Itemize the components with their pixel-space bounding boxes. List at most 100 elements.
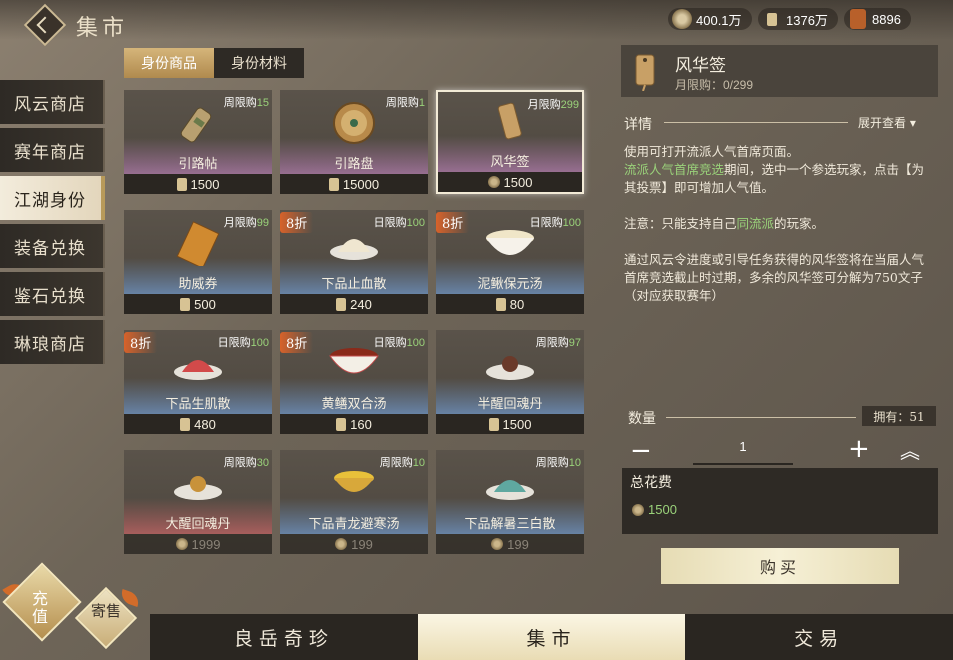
item-price: 1500 [438,172,582,192]
item-card[interactable]: 8折 日限购100 下品止血散 240 [280,210,428,314]
limit-count: 100 [250,337,269,349]
limit-count: 10 [412,457,425,469]
limit-count: 100 [406,217,425,229]
currency-scroll: 8896 [844,8,911,30]
currency-ticket-value: 1376万 [786,12,828,28]
coin-icon [632,503,644,516]
item-card[interactable]: 月限购99 助威券 500 [124,210,272,314]
limit-count: 10 [568,457,581,469]
charge-label: 充值 [31,589,48,626]
coin-icon [487,176,500,188]
item-name: 风华签 [490,155,530,170]
discount-badge: 8折 [280,332,314,353]
page-title: 集市 [76,16,129,41]
tab-liangyue-treasures[interactable]: 良岳奇珍 [150,614,418,660]
item-name: 引路盘 [334,157,374,172]
item-name: 大醒回魂丹 [165,517,231,532]
minus-button[interactable]: − [630,438,652,464]
item-card[interactable]: 周限购30 大醒回魂丹 1999 [124,450,272,554]
item-card[interactable]: 周限购1 引路盘 15000 [280,90,428,194]
tag-icon [635,54,655,91]
item-name: 黄鳝双合汤 [321,397,387,412]
nav-equipment-exchange[interactable]: 装备兑换 [0,224,105,268]
note-text: 的玩家。 [774,216,825,231]
item-description: 使用可打开流派人气首席页面。 流派人气首席竞选期间，选中一个参选玩家，点击【为其投… [624,143,934,323]
nav-label: 装备兑换 [14,238,86,259]
shop-nav: 风云商店 赛年商店 江湖身份 装备兑换 鉴石兑换 琳琅商店 [0,80,105,368]
tab-identity-materials[interactable]: 身份材料 [214,48,304,78]
tab-trade[interactable]: 交易 [685,614,953,660]
quantity-input[interactable]: 1 [693,437,793,465]
item-card[interactable]: 8折 日限购100 泥鳅保元汤 80 [436,210,584,314]
item-card[interactable]: 周限购97 半醒回魂丹 1500 [436,330,584,434]
nav-gem-exchange[interactable]: 鉴石兑换 [0,272,105,316]
limit-prefix: 周限购 [379,457,413,469]
consign-label: 寄售 [90,602,121,620]
expand-button[interactable]: 展开查看 ▾ [858,114,916,131]
desc-text: 使用可打开流派人气首席页面。 [624,144,800,159]
ticket-icon [328,177,339,191]
plus-button[interactable]: + [848,436,870,462]
item-card[interactable]: 8折 日限购100 下品生肌散 480 [124,330,272,434]
ticket-icon [180,297,191,311]
chevron-down-icon: ▾ [909,116,916,130]
yellow-soup-icon [334,471,374,492]
expand-label: 展开查看 [858,116,907,130]
price-value: 480 [194,416,216,432]
ticket-icon [495,297,506,311]
item-name: 下品解暑三白散 [464,517,556,532]
limit-prefix: 周限购 [535,457,569,469]
limit-prefix: 周限购 [535,337,569,349]
buy-button[interactable]: 购买 [661,548,899,584]
price-value: 199 [351,536,373,552]
nav-jianghu-identity[interactable]: 江湖身份 [0,176,105,220]
limit-prefix: 日限购 [373,217,407,229]
item-card[interactable]: 8折 日限购100 黄鳝双合汤 160 [280,330,428,434]
purchase-limit: 月限购299 [528,96,579,112]
detail-header: 风华签 月限购：0/299 [621,45,938,97]
nav-linlang-shop[interactable]: 琳琅商店 [0,320,105,364]
limit-prefix: 周限购 [385,97,419,109]
item-card[interactable]: 月限购299 风华签 1500 [436,90,584,194]
item-name: 下品生肌散 [165,397,231,412]
item-name: 下品青龙避寒汤 [308,517,400,532]
currency-coin-value: 400.1万 [696,12,742,28]
limit-count: 15 [256,97,269,109]
nav-label: 江湖身份 [14,190,86,211]
nav-label: 风云商店 [14,94,86,115]
item-card[interactable]: 周限购10 下品青龙避寒汤 199 [280,450,428,554]
item-card[interactable]: 周限购15 引路帖 1500 [124,90,272,194]
total-cost-panel: 总花费 1500 [622,468,938,534]
limit-prefix: 周限购 [223,457,257,469]
limit-count: 97 [568,337,581,349]
item-card[interactable]: 周限购10 下品解暑三白散 199 [436,450,584,554]
nav-fengyun-shop[interactable]: 风云商店 [0,80,105,124]
coin-icon [672,9,692,29]
tab-identity-goods[interactable]: 身份商品 [124,48,214,78]
item-name: 泥鳅保元汤 [477,277,543,292]
max-button[interactable]: ︽ [900,438,920,464]
scroll-bundle-icon [180,107,212,143]
price-value: 1500 [190,176,220,192]
quantity-label: 数量 [628,411,656,427]
detail-monthly-limit: 月限购：0/299 [675,78,754,92]
scroll-icon [850,9,866,29]
item-name: 下品止血散 [321,277,387,292]
ticket-icon [336,417,347,431]
nav-label: 鉴石兑换 [14,286,86,307]
item-price: 199 [436,534,584,554]
discount-badge: 8折 [436,212,470,233]
tab-market[interactable]: 集市 [417,614,686,660]
limit-prefix: 日限购 [217,337,251,349]
limit-prefix: 周限购 [223,97,257,109]
ticket-icon [762,9,782,29]
note-highlight: 同流派 [736,216,775,231]
price-value: 1500 [502,416,532,432]
item-price: 15000 [280,174,428,194]
divider [666,417,856,418]
item-price: 500 [124,294,272,314]
purchase-limit: 日限购100 [374,334,425,350]
nav-sainian-shop[interactable]: 赛年商店 [0,128,105,172]
item-name: 助威券 [178,277,218,292]
compass-icon [333,102,375,144]
